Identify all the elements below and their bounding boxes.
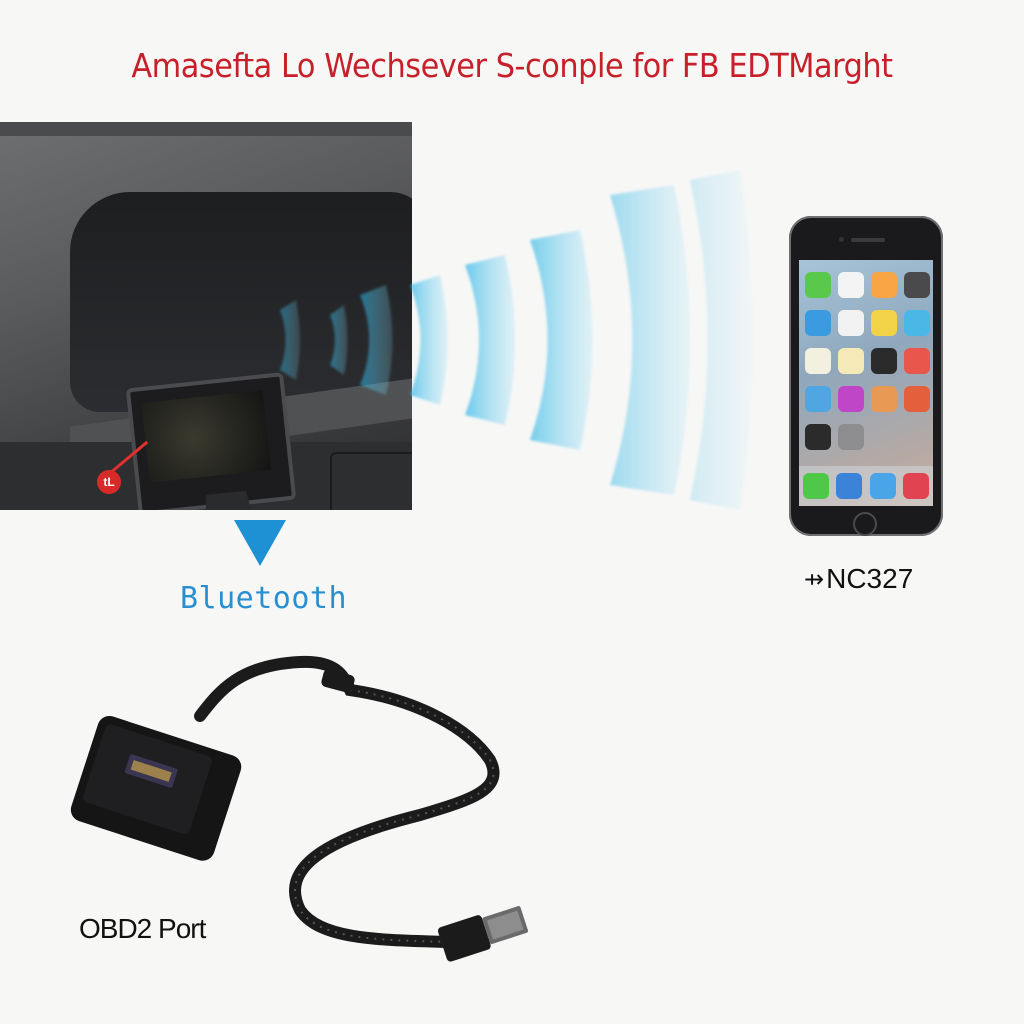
app-dock bbox=[799, 466, 933, 506]
app-icon bbox=[805, 424, 831, 450]
cable-ferrite bbox=[321, 669, 355, 693]
bluetooth-signal-waves-icon bbox=[280, 170, 753, 510]
adapter-cable bbox=[194, 655, 500, 948]
dock-app-icon bbox=[802, 473, 829, 499]
cable-ribbing bbox=[294, 689, 495, 943]
app-icon bbox=[904, 348, 930, 374]
down-triangle-icon bbox=[234, 520, 286, 566]
signal-wave-arc bbox=[610, 185, 690, 495]
app-icon bbox=[871, 310, 897, 336]
app-icon bbox=[871, 272, 897, 298]
app-icon bbox=[805, 272, 831, 298]
signal-wave-arc bbox=[360, 285, 393, 395]
title-banner: Amasefta Lo Wechsever S-conple for FB ED… bbox=[131, 46, 893, 85]
app-icon bbox=[838, 424, 864, 450]
app-icon bbox=[805, 386, 831, 412]
signal-wave-arc bbox=[330, 305, 348, 375]
app-icon bbox=[838, 386, 864, 412]
app-icon bbox=[838, 310, 864, 336]
app-icon bbox=[838, 348, 864, 374]
app-icon-grid bbox=[805, 272, 930, 450]
usb-connector bbox=[437, 906, 529, 962]
app-icon bbox=[871, 386, 897, 412]
dock-app-icon bbox=[903, 473, 930, 499]
connector-symbol-icon: ⇸ bbox=[804, 565, 825, 593]
smartphone bbox=[789, 216, 943, 536]
phone-model-label: ⇸ NC327 bbox=[804, 563, 913, 595]
phone-home-screen bbox=[799, 260, 933, 506]
dock-app-icon bbox=[869, 473, 896, 499]
app-icon bbox=[805, 348, 831, 374]
device-mount bbox=[201, 490, 254, 510]
earpiece-speaker bbox=[851, 238, 885, 242]
signal-wave-arc bbox=[410, 275, 448, 405]
app-icon bbox=[904, 386, 930, 412]
obd2-adapter-body bbox=[70, 715, 242, 861]
bluetooth-label: Bluetooth bbox=[180, 581, 348, 616]
phone-model-text: NC327 bbox=[826, 563, 914, 594]
app-icon bbox=[904, 310, 930, 336]
signal-wave-arc bbox=[530, 230, 593, 450]
dock-app-icon bbox=[836, 473, 863, 499]
home-button bbox=[853, 512, 877, 536]
signal-wave-arc bbox=[280, 300, 300, 380]
device-screen bbox=[141, 390, 272, 483]
app-icon bbox=[838, 272, 864, 298]
front-camera bbox=[839, 237, 844, 242]
app-icon bbox=[871, 348, 897, 374]
location-marker-badge: tL bbox=[97, 470, 121, 494]
dashboard-edge bbox=[0, 122, 412, 136]
signal-wave-arc bbox=[465, 255, 515, 425]
obd2-port-label: OBD2 Port bbox=[79, 913, 206, 944]
app-icon bbox=[904, 272, 930, 298]
app-icon bbox=[805, 310, 831, 336]
signal-wave-arc bbox=[690, 170, 753, 510]
